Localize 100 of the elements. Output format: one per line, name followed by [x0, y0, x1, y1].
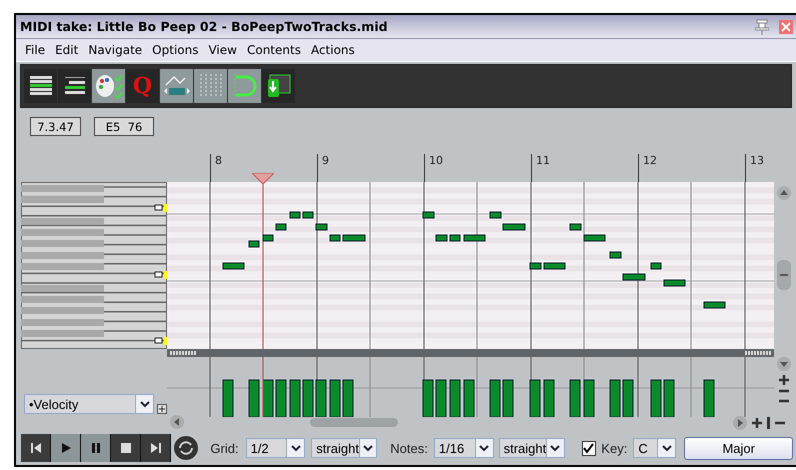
velocity-bar[interactable]	[342, 380, 354, 417]
velocity-bar[interactable]	[704, 380, 714, 417]
midi-note[interactable]	[502, 224, 526, 230]
velocity-bar[interactable]	[502, 380, 514, 417]
midi-note[interactable]	[622, 274, 646, 280]
midi-note[interactable]	[650, 262, 662, 270]
lane-dropdown[interactable]: •Velocity	[24, 394, 154, 414]
velocity-bar[interactable]	[316, 380, 326, 417]
scroll-thumb[interactable]	[310, 418, 398, 427]
midi-note[interactable]	[316, 224, 328, 230]
midi-note[interactable]	[664, 280, 686, 286]
caret-icon	[363, 444, 374, 452]
velocity-bar[interactable]	[422, 380, 434, 417]
add-lane-icon[interactable]	[157, 404, 167, 414]
velocity-bar[interactable]	[664, 380, 674, 417]
transport-button[interactable]	[21, 434, 51, 462]
velocity-bar[interactable]	[570, 380, 580, 417]
menu-item[interactable]: View	[203, 43, 242, 58]
scroll-left-icon[interactable]	[170, 414, 184, 428]
zoom-in-icon[interactable]	[751, 417, 763, 429]
zoom-in-icon[interactable]	[778, 374, 790, 386]
menu-item[interactable]: Navigate	[83, 43, 148, 58]
grid-dropdown[interactable]: 1/2	[246, 438, 306, 458]
midi-note[interactable]	[544, 262, 566, 270]
midi-note[interactable]	[422, 212, 434, 218]
midi-note[interactable]	[290, 212, 300, 218]
skip-end-icon	[150, 442, 162, 454]
playhead-line	[262, 357, 264, 417]
midi-note[interactable]	[330, 234, 340, 242]
stop-icon	[120, 442, 132, 454]
scroll-right-icon[interactable]	[733, 416, 747, 430]
window-title: MIDI take: Little Bo Peep 02 - BoPeepTwoTracks.mid	[20, 19, 388, 34]
close-icon[interactable]	[779, 18, 793, 35]
midi-note[interactable]	[584, 234, 606, 242]
velocity-bar[interactable]	[490, 380, 500, 417]
velocity-bar[interactable]	[544, 380, 554, 417]
velocity-bar[interactable]	[302, 380, 314, 417]
key-dropdown[interactable]: C	[633, 438, 676, 458]
menu-item[interactable]: Actions	[306, 43, 360, 58]
grid-label: Grid:	[210, 440, 239, 456]
velocity-bar[interactable]	[610, 380, 620, 417]
velocity-bar[interactable]	[450, 380, 460, 417]
menu-item[interactable]: Options	[147, 43, 204, 58]
midi-note[interactable]	[342, 234, 366, 242]
toolbar-button[interactable]	[24, 69, 57, 103]
midi-note[interactable]	[570, 224, 582, 230]
scroll-down-icon[interactable]	[776, 357, 790, 371]
zoom-out-icon[interactable]	[778, 388, 790, 394]
scroll-up-icon[interactable]	[776, 186, 790, 200]
transport-button[interactable]	[111, 434, 141, 462]
pin-icon[interactable]	[755, 18, 769, 35]
toolbar-button[interactable]	[262, 69, 295, 103]
scale-button[interactable]: Major	[684, 436, 793, 460]
lines-icon	[62, 76, 86, 96]
skip-start-icon	[30, 442, 42, 454]
key-checkbox[interactable]	[582, 440, 596, 456]
velocity-bar[interactable]	[330, 380, 340, 417]
midi-note[interactable]	[302, 212, 314, 218]
midi-note[interactable]	[450, 234, 460, 242]
midi-note[interactable]	[490, 212, 502, 218]
velocity-bar[interactable]	[530, 380, 540, 417]
loop-icon	[232, 73, 258, 99]
velocity-bar[interactable]	[584, 380, 594, 417]
toolbar-button[interactable]	[58, 69, 91, 103]
pause-icon	[90, 442, 102, 454]
scroll-thumb[interactable]	[776, 260, 790, 290]
velocity-bar[interactable]	[650, 380, 662, 417]
velocity-bar[interactable]	[290, 380, 300, 417]
playhead-marker-icon[interactable]	[252, 173, 274, 184]
midi-note[interactable]	[222, 262, 244, 270]
grid-icon	[198, 73, 224, 99]
velocity-bar[interactable]	[248, 380, 260, 417]
notes-swing-dropdown[interactable]: straight	[498, 438, 565, 458]
transport-button[interactable]	[51, 434, 81, 462]
midi-note[interactable]	[436, 234, 448, 242]
play-icon	[60, 442, 72, 454]
caret-icon	[140, 400, 150, 408]
zoom-out-icon[interactable]	[778, 398, 790, 404]
midi-note[interactable]	[530, 262, 542, 270]
midi-note[interactable]	[262, 234, 274, 242]
velocity-bar[interactable]	[436, 380, 446, 417]
velocity-bar[interactable]	[262, 380, 274, 417]
velocity-bar[interactable]	[276, 380, 286, 417]
menu-item[interactable]: Edit	[50, 43, 84, 58]
repeat-icon[interactable]	[173, 435, 198, 461]
menu-item[interactable]: Contents	[242, 43, 306, 58]
midi-note[interactable]	[464, 234, 486, 242]
midi-note[interactable]	[704, 302, 726, 308]
velocity-bar[interactable]	[622, 380, 634, 417]
midi-note[interactable]	[610, 252, 622, 258]
grid-swing-dropdown[interactable]: straight	[311, 438, 378, 458]
midi-note[interactable]	[276, 224, 286, 230]
notes-dropdown[interactable]: 1/16	[434, 438, 494, 458]
velocity-bar[interactable]	[464, 380, 474, 417]
velocity-bar[interactable]	[222, 380, 234, 417]
key-label: Key:	[601, 440, 628, 456]
transport-button[interactable]	[141, 434, 171, 462]
transport-button[interactable]	[81, 434, 111, 462]
menu-item[interactable]: File	[20, 43, 50, 58]
midi-note[interactable]	[248, 240, 260, 248]
